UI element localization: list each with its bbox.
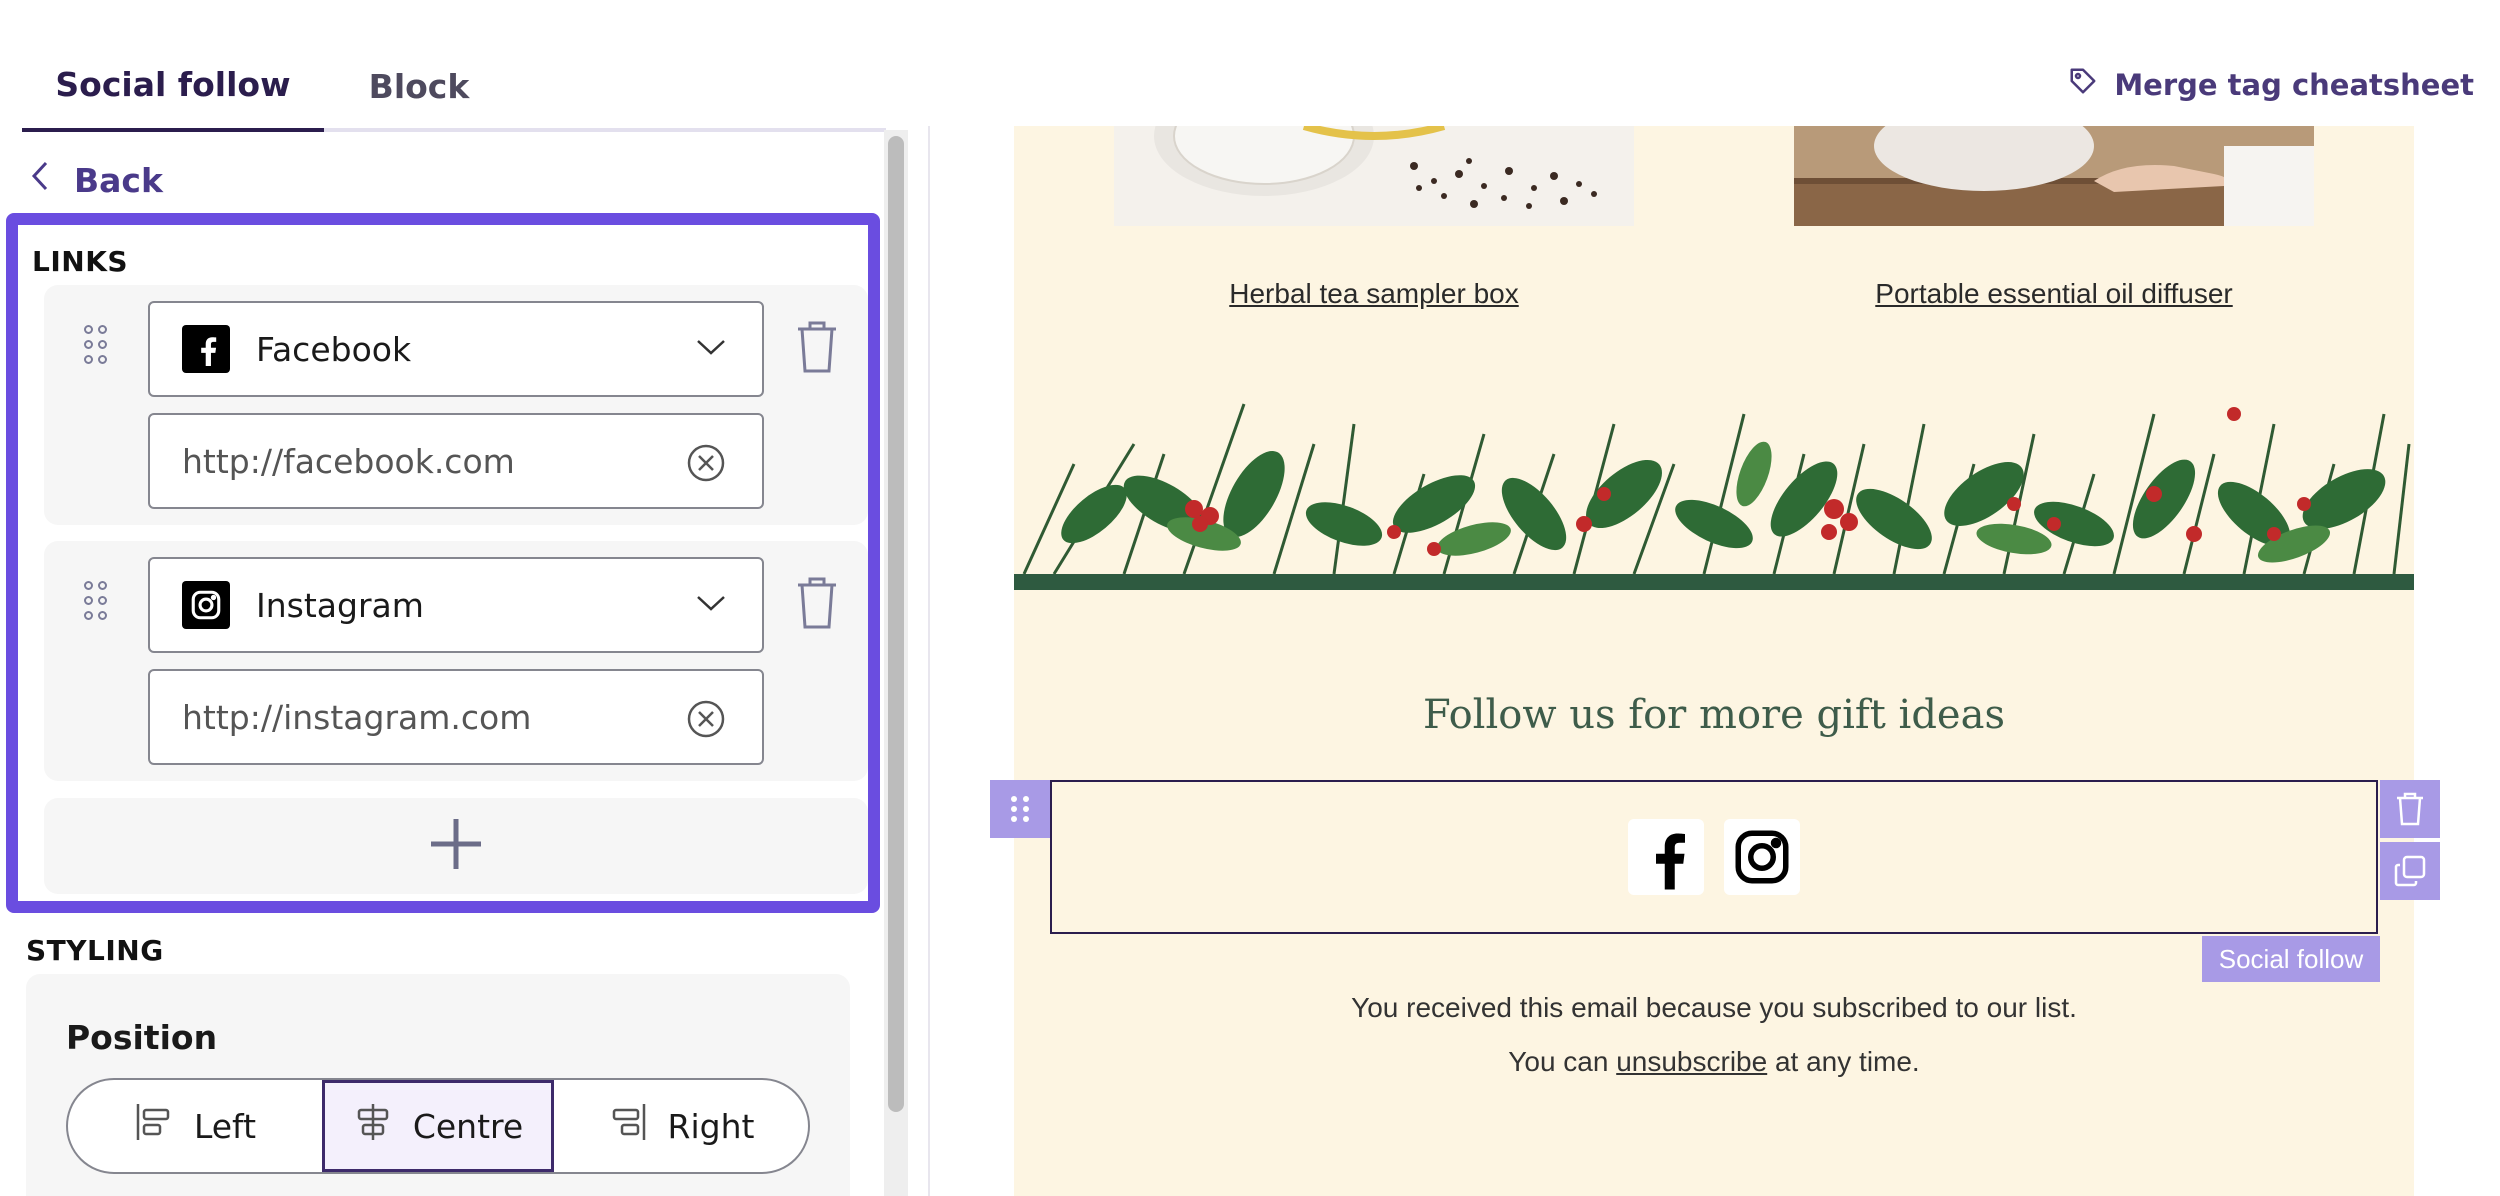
tab-social-follow[interactable]: Social follow: [22, 40, 324, 132]
clear-icon[interactable]: [686, 699, 726, 743]
position-right-label: Right: [667, 1106, 755, 1146]
position-right-button[interactable]: Right: [554, 1080, 808, 1172]
footer-text-before: You can: [1508, 1046, 1617, 1077]
block-drag-handle-icon[interactable]: [990, 780, 1050, 838]
back-button[interactable]: Back: [30, 160, 163, 200]
instagram-icon: [182, 581, 230, 629]
position-centre-label: Centre: [412, 1106, 524, 1146]
position-left-label: Left: [193, 1106, 257, 1146]
link-item-instagram: Instagram http://instagram.com: [44, 541, 868, 781]
social-icons-row: [1052, 782, 2376, 932]
facebook-icon[interactable]: [1628, 819, 1704, 895]
url-value: http://facebook.com: [182, 441, 515, 481]
chevron-down-icon: [696, 593, 726, 617]
merge-tag-cheatsheet-link[interactable]: Merge tag cheatsheet: [2068, 66, 2474, 103]
chevron-left-icon: [30, 160, 50, 200]
align-right-icon: [608, 1102, 648, 1150]
position-title: Position: [66, 1018, 218, 1057]
add-link-button[interactable]: [44, 798, 868, 894]
product-link-herbal-tea[interactable]: Herbal tea sampler box: [1114, 278, 1634, 310]
tab-block[interactable]: Block: [324, 40, 514, 132]
block-duplicate-button[interactable]: [2380, 842, 2440, 900]
url-input-instagram[interactable]: http://instagram.com: [148, 669, 764, 765]
unsubscribe-link[interactable]: unsubscribe: [1616, 1046, 1767, 1077]
links-section-label: LINKS: [32, 245, 129, 278]
facebook-icon: [182, 325, 230, 373]
delete-link-button[interactable]: [794, 319, 840, 375]
position-card: Position Left Centre Right: [26, 974, 850, 1196]
block-delete-button[interactable]: [2380, 780, 2440, 838]
position-segmented-control: Left Centre Right: [66, 1078, 810, 1174]
network-name: Instagram: [256, 585, 424, 625]
align-left-icon: [134, 1102, 174, 1150]
holly-banner-image: [1014, 384, 2414, 590]
drag-handle-icon[interactable]: [84, 325, 110, 369]
position-left-button[interactable]: Left: [68, 1080, 322, 1172]
url-value: http://instagram.com: [182, 697, 532, 737]
social-follow-block[interactable]: [1050, 780, 2378, 934]
network-select-instagram[interactable]: Instagram: [148, 557, 764, 653]
footer-unsubscribe-text: You can unsubscribe at any time.: [1014, 1046, 2414, 1078]
product-link-oil-diffuser[interactable]: Portable essential oil diffuser: [1794, 278, 2314, 310]
position-centre-button[interactable]: Centre: [322, 1080, 554, 1172]
align-centre-icon: [353, 1102, 393, 1150]
follow-heading: Follow us for more gift ideas: [1423, 692, 2005, 738]
drag-handle-icon[interactable]: [84, 581, 110, 625]
left-panel-scrollbar-thumb[interactable]: [888, 136, 904, 1112]
network-select-facebook[interactable]: Facebook: [148, 301, 764, 397]
merge-tag-label: Merge tag cheatsheet: [2114, 67, 2474, 102]
tag-icon: [2068, 66, 2098, 103]
product-image-diffuser: [1794, 126, 2314, 226]
plus-icon: [429, 817, 483, 875]
back-label: Back: [74, 160, 163, 200]
footer-subscribed-text: You received this email because you subs…: [1351, 992, 2077, 1023]
delete-link-button[interactable]: [794, 575, 840, 631]
footer-text-after: at any time.: [1767, 1046, 1920, 1077]
product-image-tea: [1114, 126, 1634, 226]
network-name: Facebook: [256, 329, 412, 369]
url-input-facebook[interactable]: http://facebook.com: [148, 413, 764, 509]
links-section: LINKS Facebook http://facebook.com Insta…: [6, 213, 880, 913]
email-preview: Herbal tea sampler box Portable essentia…: [930, 126, 2500, 1196]
link-item-facebook: Facebook http://facebook.com: [44, 285, 868, 525]
chevron-down-icon: [696, 337, 726, 361]
tab-bar: Social follow Block: [22, 40, 886, 132]
clear-icon[interactable]: [686, 443, 726, 487]
block-type-tag: Social follow: [2202, 936, 2380, 982]
instagram-icon[interactable]: [1724, 819, 1800, 895]
styling-section-label: STYLING: [26, 934, 164, 967]
email-canvas: Herbal tea sampler box Portable essentia…: [1014, 126, 2414, 1196]
